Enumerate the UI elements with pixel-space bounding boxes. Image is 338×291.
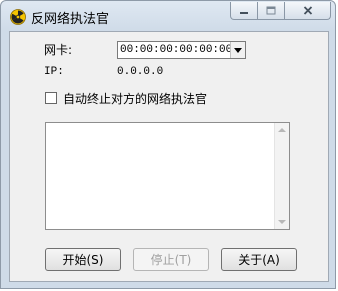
ip-value: 0.0.0.0 (117, 66, 164, 78)
radiation-icon (10, 9, 26, 25)
scroll-down-icon[interactable] (278, 220, 286, 224)
app-window: 反网络执法官 网卡: 00:00:00:00:00:00 IP: 0.0.0.0… (0, 0, 336, 289)
dropdown-arrow[interactable] (230, 42, 245, 58)
window-title: 反网络执法官 (31, 12, 110, 27)
log-list[interactable] (45, 122, 290, 230)
nic-label: 网卡: (44, 43, 73, 57)
nic-select[interactable]: 00:00:00:00:00:00 (117, 41, 246, 59)
ip-label: IP: (44, 66, 64, 78)
maximize-icon (266, 6, 276, 15)
minimize-button[interactable] (230, 2, 258, 20)
about-button[interactable]: 关于(A) (221, 248, 297, 271)
scroll-up-icon[interactable] (278, 128, 286, 132)
title-bar[interactable]: 反网络执法官 (1, 1, 337, 31)
dialog-body: 网卡: 00:00:00:00:00:00 IP: 0.0.0.0 自动终止对方… (9, 31, 329, 282)
auto-terminate-checkbox[interactable] (45, 92, 57, 104)
start-button[interactable]: 开始(S) (45, 248, 121, 271)
window-controls (230, 2, 331, 21)
vertical-scrollbar[interactable] (274, 123, 289, 229)
minimize-icon (240, 11, 248, 14)
stop-button[interactable]: 停止(T) (133, 248, 209, 271)
close-icon (303, 6, 312, 15)
maximize-button[interactable] (258, 2, 285, 20)
close-button[interactable] (285, 2, 331, 20)
auto-terminate-label[interactable]: 自动终止对方的网络执法官 (63, 90, 207, 107)
chevron-down-icon (234, 47, 242, 53)
nic-value: 00:00:00:00:00:00 (120, 44, 233, 56)
